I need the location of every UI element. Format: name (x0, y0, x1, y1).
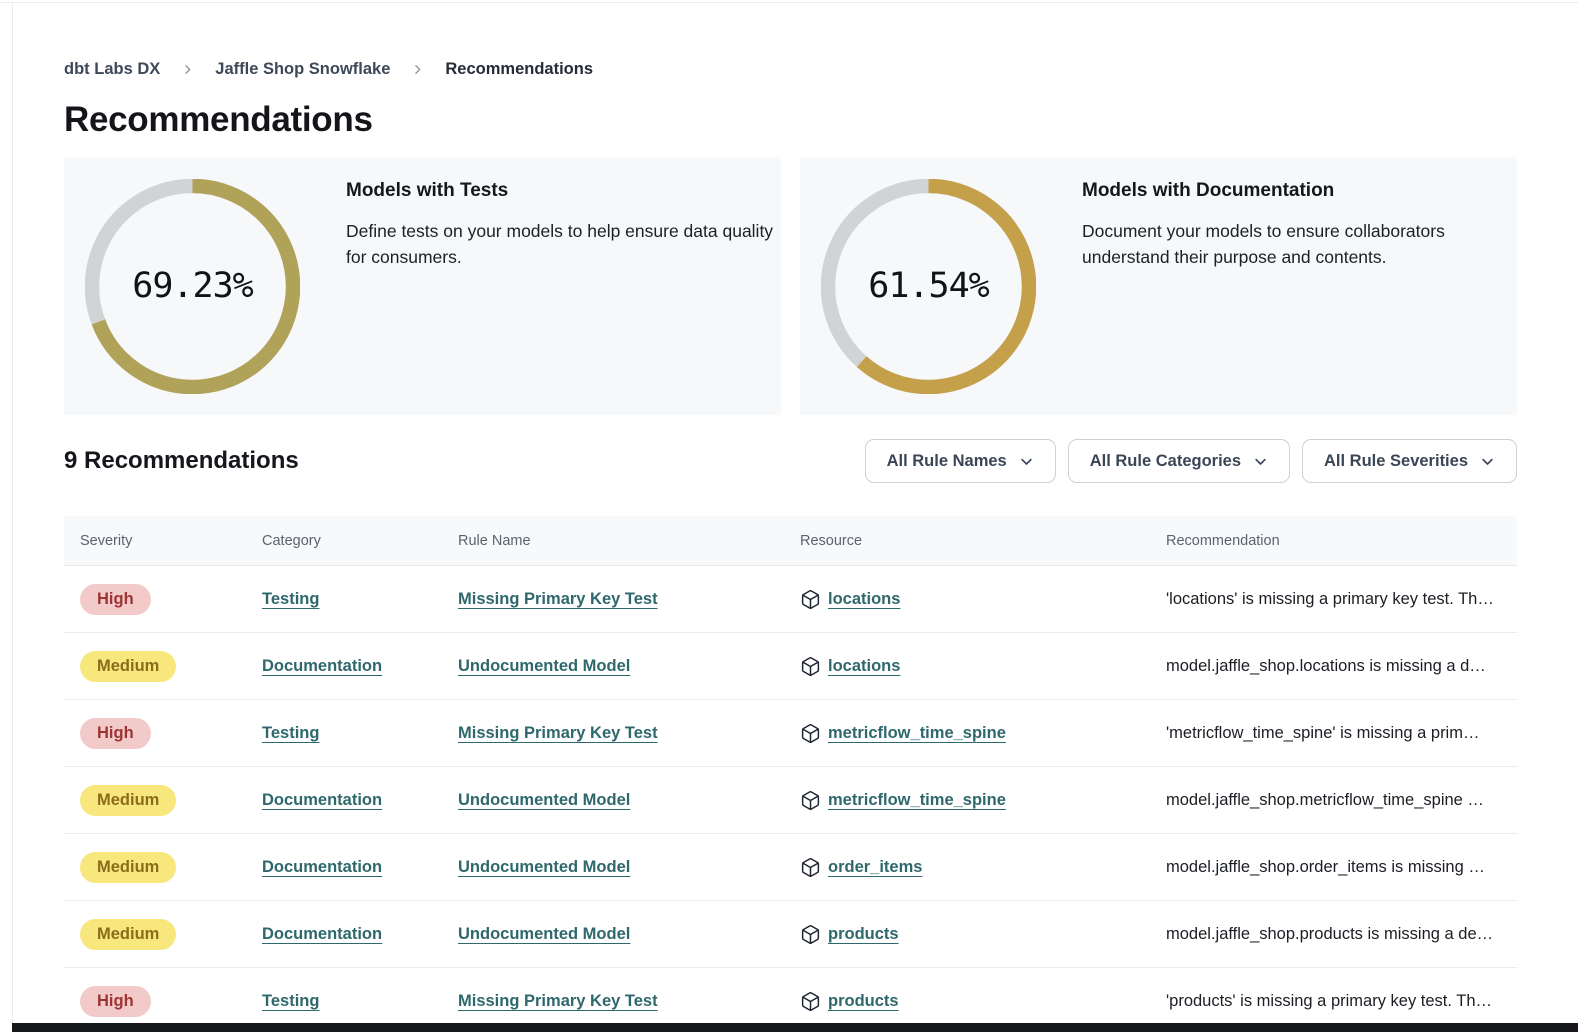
category-link[interactable]: Documentation (262, 925, 382, 943)
breadcrumb-item-dbt-labs-dx[interactable]: dbt Labs DX (64, 60, 160, 79)
resource-link[interactable]: order_items (828, 858, 922, 877)
rule-name-link[interactable]: Missing Primary Key Test (458, 992, 658, 1010)
filter-label: All Rule Severities (1324, 452, 1468, 471)
rule-name-link[interactable]: Undocumented Model (458, 858, 630, 876)
table-row: Medium Documentation Undocumented Model … (64, 901, 1517, 968)
severity-badge: High (80, 986, 151, 1017)
rule-names-filter-dropdown[interactable]: All Rule Names (865, 439, 1056, 483)
recommendations-table: Severity Category Rule Name Resource Rec… (64, 516, 1517, 1032)
severity-badge: Medium (80, 651, 176, 682)
category-link[interactable]: Documentation (262, 791, 382, 809)
chevron-down-icon (1253, 454, 1268, 469)
column-header-category: Category (262, 533, 458, 549)
tests-donut-chart: 69.23% (85, 179, 300, 394)
column-header-resource: Resource (800, 533, 1166, 549)
recommendation-text: 'products' is missing a primary key test… (1166, 992, 1517, 1011)
filter-bar: All Rule Names All Rule Categories All R… (865, 439, 1517, 483)
recommendation-text: model.jaffle_shop.metricflow_time_spine … (1166, 791, 1517, 810)
rule-name-link[interactable]: Undocumented Model (458, 657, 630, 675)
model-cube-icon (800, 790, 821, 811)
table-row: Medium Documentation Undocumented Model … (64, 633, 1517, 700)
resource-link[interactable]: metricflow_time_spine (828, 724, 1006, 743)
model-cube-icon (800, 656, 821, 677)
table-row: Medium Documentation Undocumented Model … (64, 834, 1517, 901)
recommendation-text: model.jaffle_shop.order_items is missing… (1166, 858, 1517, 877)
breadcrumb: dbt Labs DX Jaffle Shop Snowflake Recomm… (64, 60, 1517, 79)
chevron-down-icon (1480, 454, 1495, 469)
severity-badge: High (80, 584, 151, 615)
model-cube-icon (800, 991, 821, 1012)
recommendation-text: 'metricflow_time_spine' is missing a pri… (1166, 724, 1517, 743)
models-with-tests-card: 69.23% Models with Tests Define tests on… (64, 157, 781, 415)
rule-categories-filter-dropdown[interactable]: All Rule Categories (1068, 439, 1290, 483)
card-title: Models with Documentation (1082, 180, 1502, 202)
tests-percent-label: 69.23% (85, 179, 300, 394)
models-with-documentation-card: 61.54% Models with Documentation Documen… (800, 157, 1517, 415)
rule-name-link[interactable]: Missing Primary Key Test (458, 590, 658, 608)
card-title: Models with Tests (346, 180, 781, 202)
severity-badge: Medium (80, 852, 176, 883)
main-content: dbt Labs DX Jaffle Shop Snowflake Recomm… (64, 0, 1517, 1032)
table-row: High Testing Missing Primary Key Test lo… (64, 566, 1517, 633)
recommendation-text: model.jaffle_shop.locations is missing a… (1166, 657, 1517, 676)
metric-cards: 69.23% Models with Tests Define tests on… (64, 157, 1517, 415)
severity-badge: Medium (80, 919, 176, 950)
cutoff-row-strip (12, 1023, 1578, 1032)
model-cube-icon (800, 924, 821, 945)
resource-link[interactable]: products (828, 925, 899, 944)
chevron-right-icon (411, 63, 424, 76)
breadcrumb-item-recommendations: Recommendations (445, 60, 593, 79)
table-row: High Testing Missing Primary Key Test me… (64, 700, 1517, 767)
model-cube-icon (800, 723, 821, 744)
filter-label: All Rule Names (887, 452, 1007, 471)
category-link[interactable]: Testing (262, 590, 319, 608)
page-title: Recommendations (64, 100, 1517, 140)
rule-name-link[interactable]: Undocumented Model (458, 925, 630, 943)
category-link[interactable]: Testing (262, 992, 319, 1010)
filter-label: All Rule Categories (1090, 452, 1241, 471)
column-header-severity: Severity (64, 533, 262, 549)
table-row: Medium Documentation Undocumented Model … (64, 767, 1517, 834)
breadcrumb-item-jaffle-shop-snowflake[interactable]: Jaffle Shop Snowflake (215, 60, 390, 79)
card-description: Document your models to ensure collabora… (1082, 218, 1502, 270)
rule-severities-filter-dropdown[interactable]: All Rule Severities (1302, 439, 1517, 483)
category-link[interactable]: Documentation (262, 858, 382, 876)
category-link[interactable]: Documentation (262, 657, 382, 675)
model-cube-icon (800, 589, 821, 610)
chevron-down-icon (1019, 454, 1034, 469)
recommendations-count-heading: 9 Recommendations (64, 447, 299, 475)
recommendation-text: 'locations' is missing a primary key tes… (1166, 590, 1517, 609)
category-link[interactable]: Testing (262, 724, 319, 742)
card-description: Define tests on your models to help ensu… (346, 218, 781, 270)
table-header-row: Severity Category Rule Name Resource Rec… (64, 516, 1517, 566)
resource-link[interactable]: metricflow_time_spine (828, 791, 1006, 810)
resource-link[interactable]: products (828, 992, 899, 1011)
chevron-right-icon (181, 63, 194, 76)
documentation-percent-label: 61.54% (821, 179, 1036, 394)
recommendation-text: model.jaffle_shop.products is missing a … (1166, 925, 1517, 944)
model-cube-icon (800, 857, 821, 878)
severity-badge: High (80, 718, 151, 749)
column-header-recommendation: Recommendation (1166, 533, 1517, 549)
rule-name-link[interactable]: Undocumented Model (458, 791, 630, 809)
resource-link[interactable]: locations (828, 590, 900, 609)
resource-link[interactable]: locations (828, 657, 900, 676)
rule-name-link[interactable]: Missing Primary Key Test (458, 724, 658, 742)
panel-left-border (12, 2, 13, 1032)
column-header-rule-name: Rule Name (458, 533, 800, 549)
severity-badge: Medium (80, 785, 176, 816)
documentation-donut-chart: 61.54% (821, 179, 1036, 394)
